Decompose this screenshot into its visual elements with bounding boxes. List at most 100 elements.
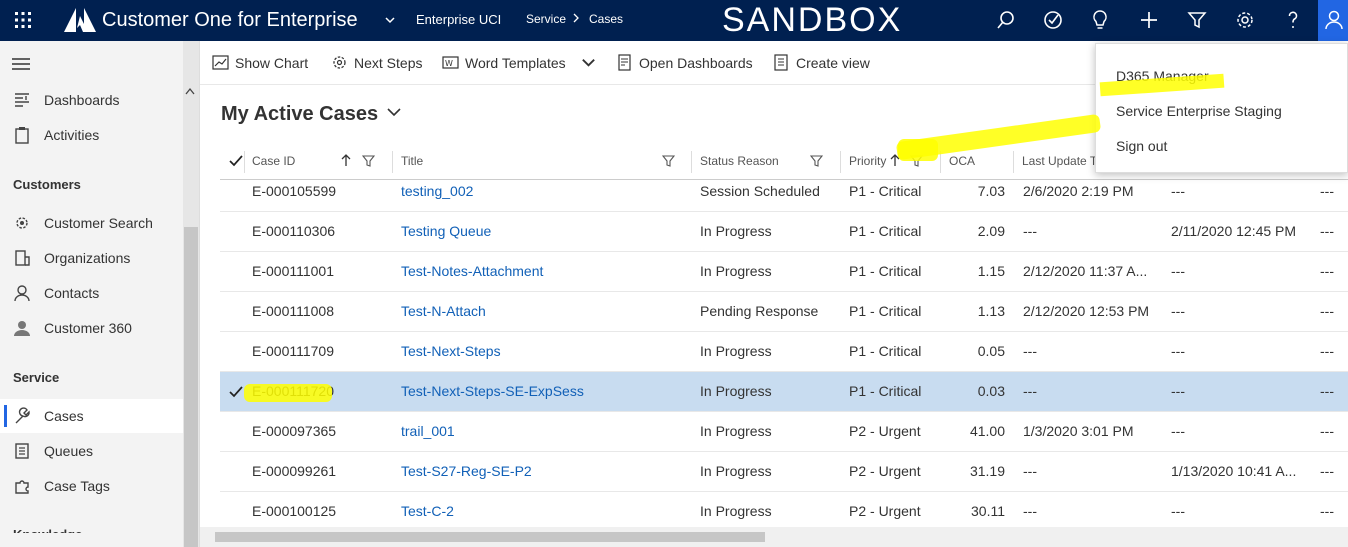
sidebar-item-customer-360[interactable]: Customer 360 bbox=[0, 311, 183, 345]
cell-extra-column: --- bbox=[1171, 343, 1185, 359]
sidebar-item-customer-search[interactable]: Customer Search bbox=[0, 206, 183, 240]
cell-title[interactable]: Test-N-Attach bbox=[401, 303, 486, 319]
cell-title[interactable]: testing_002 bbox=[401, 183, 473, 199]
lightbulb-icon[interactable] bbox=[1088, 8, 1112, 32]
sidebar-item-case-tags[interactable]: Case Tags bbox=[0, 469, 183, 503]
cell-title[interactable]: Test-S27-Reg-SE-P2 bbox=[401, 463, 532, 479]
open-dashboards-label: Open Dashboards bbox=[639, 54, 753, 71]
cell-oca: 30.11 bbox=[971, 503, 1005, 519]
sidebar-scrollbar-thumb[interactable] bbox=[184, 227, 198, 547]
table-row[interactable]: E-000105599 testing_002 Session Scheduled P… bbox=[220, 172, 1348, 212]
sidebar-item-organizations[interactable]: Organizations bbox=[0, 241, 183, 275]
sidebar-item-contacts[interactable]: Contacts bbox=[0, 276, 183, 310]
cell-title[interactable]: Test-C-2 bbox=[401, 503, 454, 519]
menu-item-service-enterprise-staging[interactable]: Service Enterprise Staging bbox=[1116, 103, 1282, 119]
task-icon[interactable] bbox=[1041, 8, 1065, 32]
user-profile-button[interactable] bbox=[1318, 0, 1348, 41]
cell-title[interactable]: Test-Next-Steps-SE-ExpSess bbox=[401, 383, 584, 399]
app-name[interactable]: Enterprise UCI bbox=[416, 12, 501, 27]
cell-extra-column-2: --- bbox=[1320, 303, 1334, 319]
cell-extra-column-2: --- bbox=[1320, 423, 1334, 439]
column-header-status-reason[interactable]: Status Reason bbox=[700, 154, 779, 168]
help-icon[interactable] bbox=[1281, 8, 1305, 32]
sidebar: Dashboards Activities Customers Customer… bbox=[0, 41, 200, 547]
view-selector-chevron-icon[interactable] bbox=[386, 106, 402, 118]
breadcrumb-cases[interactable]: Cases bbox=[589, 12, 623, 26]
horizontal-scrollbar[interactable] bbox=[200, 527, 1348, 547]
hamburger-menu-icon[interactable] bbox=[12, 57, 30, 71]
column-header-priority[interactable]: Priority bbox=[849, 154, 886, 168]
cell-oca: 41.00 bbox=[969, 423, 1005, 439]
queue-icon bbox=[13, 442, 31, 460]
table-row[interactable]: E-000097365 trail_001 In Progress P2 - Urge… bbox=[220, 412, 1348, 452]
scroll-up-icon[interactable] bbox=[185, 87, 195, 95]
app-title[interactable]: Customer One for Enterprise bbox=[102, 7, 358, 33]
cell-status-reason: In Progress bbox=[700, 343, 772, 359]
cell-extra-column-2: --- bbox=[1320, 183, 1334, 199]
sidebar-item-queues[interactable]: Queues bbox=[0, 434, 183, 468]
filter-icon[interactable] bbox=[1185, 8, 1209, 32]
horizontal-scrollbar-thumb[interactable] bbox=[215, 532, 765, 542]
cell-extra-column-2: --- bbox=[1320, 263, 1334, 279]
cell-extra-column-2: --- bbox=[1320, 463, 1334, 479]
cell-last-update: 2/12/2020 11:37 A... bbox=[1023, 263, 1148, 279]
column-filter-icon[interactable] bbox=[810, 155, 823, 167]
sidebar-item-activities[interactable]: Activities bbox=[0, 118, 183, 152]
column-filter-icon[interactable] bbox=[362, 155, 375, 167]
select-all-checkmark-icon[interactable] bbox=[229, 155, 243, 167]
sandbox-banner: SANDBOX bbox=[722, 1, 903, 39]
sidebar-item-dashboards[interactable]: Dashboards bbox=[0, 83, 183, 117]
create-view-icon bbox=[774, 54, 788, 71]
cell-extra-column: --- bbox=[1171, 503, 1185, 519]
column-filter-icon[interactable] bbox=[662, 155, 675, 167]
sort-ascending-icon[interactable] bbox=[341, 153, 351, 167]
table-row[interactable]: E-000111001 Test-Notes-Attachment In Progr… bbox=[220, 252, 1348, 292]
cell-title[interactable]: Test-Next-Steps bbox=[401, 343, 501, 359]
table-row[interactable]: E-000099261 Test-S27-Reg-SE-P2 In Progress… bbox=[220, 452, 1348, 492]
dashboard-open-icon bbox=[618, 54, 631, 71]
sidebar-item-cases[interactable]: Cases bbox=[0, 399, 183, 433]
cell-status-reason: Pending Response bbox=[700, 303, 819, 319]
column-header-case-id[interactable]: Case ID bbox=[252, 154, 295, 168]
cell-title[interactable]: Testing Queue bbox=[401, 223, 491, 239]
cell-case-id: E-000100125 bbox=[252, 503, 337, 519]
open-dashboards-button[interactable]: Open Dashboards bbox=[616, 54, 753, 71]
word-template-icon: W bbox=[442, 56, 459, 69]
table-row[interactable]: E-000110306 Testing Queue In Progress P1 - … bbox=[220, 212, 1348, 252]
show-chart-button[interactable]: Show Chart bbox=[212, 54, 308, 71]
app-launcher-icon[interactable] bbox=[14, 11, 32, 29]
cell-title[interactable]: Test-Notes-Attachment bbox=[401, 263, 543, 279]
table-row[interactable]: E-000111720Test-Next-Steps-SE-ExpSessIn … bbox=[220, 372, 1348, 412]
sidebar-item-label: Customer 360 bbox=[44, 320, 132, 336]
settings-icon[interactable] bbox=[1233, 8, 1257, 32]
next-steps-button[interactable]: Next Steps bbox=[331, 54, 422, 71]
cell-case-id: E-000099261 bbox=[252, 463, 337, 479]
cell-extra-column: --- bbox=[1171, 303, 1185, 319]
view-title[interactable]: My Active Cases bbox=[221, 103, 378, 126]
column-header-last-update[interactable]: Last Update To bbox=[1022, 154, 1103, 168]
cell-extra-column-2: --- bbox=[1320, 343, 1334, 359]
column-header-title[interactable]: Title bbox=[401, 154, 423, 168]
table-row[interactable]: E-000111008 Test-N-Attach Pending Response… bbox=[220, 292, 1348, 332]
breadcrumb-service[interactable]: Service bbox=[526, 12, 566, 26]
cell-title[interactable]: trail_001 bbox=[401, 423, 455, 439]
row-selected-checkmark-icon[interactable] bbox=[229, 386, 243, 398]
word-templates-button[interactable]: W Word Templates bbox=[442, 54, 597, 71]
search-icon[interactable] bbox=[994, 8, 1018, 32]
clipboard-icon bbox=[13, 126, 31, 144]
plus-icon[interactable] bbox=[1137, 8, 1161, 32]
cell-status-reason: In Progress bbox=[700, 383, 772, 399]
cell-status-reason: In Progress bbox=[700, 263, 772, 279]
cell-extra-column: 1/13/2020 10:41 A... bbox=[1171, 463, 1297, 479]
create-view-button[interactable]: Create view bbox=[773, 54, 870, 71]
cell-priority: P1 - Critical bbox=[849, 303, 922, 319]
menu-item-sign-out[interactable]: Sign out bbox=[1116, 138, 1167, 154]
chevron-down-icon[interactable] bbox=[384, 14, 396, 26]
cell-extra-column: --- bbox=[1171, 383, 1185, 399]
table-row[interactable]: E-000111709 Test-Next-Steps In Progress P1 … bbox=[220, 332, 1348, 372]
table-row[interactable]: E-000100125 Test-C-2 In Progress P2 - Urgen… bbox=[220, 492, 1348, 532]
organization-icon bbox=[13, 249, 31, 267]
column-header-oca[interactable]: OCA bbox=[949, 154, 975, 168]
cell-status-reason: In Progress bbox=[700, 223, 772, 239]
cell-last-update: --- bbox=[1023, 343, 1037, 359]
